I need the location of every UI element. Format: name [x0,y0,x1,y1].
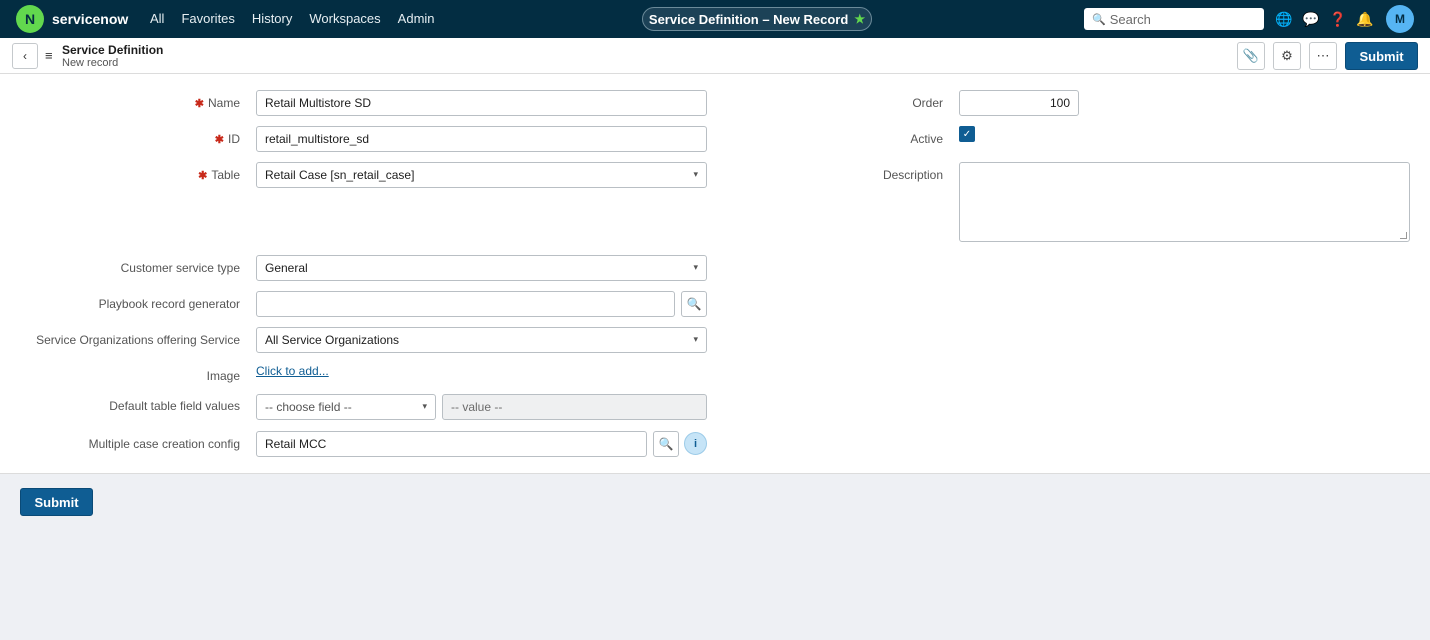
submit-button-top[interactable]: Submit [1345,42,1418,70]
order-label: Order [912,96,943,110]
playbook-field[interactable] [256,291,675,317]
required-marker: ✱ [194,98,204,110]
nav-history[interactable]: History [252,11,292,26]
playbook-label: Playbook record generator [98,297,240,311]
record-pill-label: Service Definition – New Record [648,11,849,27]
image-add-link[interactable]: Click to add... [256,364,329,378]
favorite-star-icon[interactable]: ★ [854,12,865,26]
top-navigation: N servicenow All Favorites History Works… [0,0,1430,38]
form-body: ✱ Name Retail Multistore SD ✱ ID retail_mu… [0,74,1430,474]
name-label: ✱ Name [194,96,240,110]
notification-bell-icon[interactable]: 🔔 [1356,10,1374,28]
nav-admin[interactable]: Admin [398,11,435,26]
choose-field-select[interactable]: -- choose field -- [256,394,436,420]
nav-workspaces[interactable]: Workspaces [309,11,380,26]
active-checkbox[interactable]: ✓ [959,126,975,142]
nav-all[interactable]: All [150,11,164,26]
default-values-label: Default table field values [109,399,240,413]
form-header: ‹ ≡ Service Definition New record 📎 ⚙ ⋯ … [0,38,1430,74]
mcc-label: Multiple case creation config [88,437,240,451]
submit-button-bottom[interactable]: Submit [20,488,93,516]
help-icon[interactable]: ❓ [1329,10,1347,28]
customer-service-type-select[interactable]: General [256,255,707,281]
gear-icon: ⚙ [1281,48,1293,63]
back-button[interactable]: ‹ [12,43,38,69]
form-menu-icon[interactable]: ≡ [45,48,53,63]
mcc-lookup-button[interactable]: 🔍 [653,431,679,457]
description-label: Description [882,168,943,182]
customer-service-type-label: Customer service type [120,261,240,275]
search-icon: 🔍 [658,437,674,451]
chat-icon[interactable]: 💬 [1302,10,1320,28]
service-orgs-label: Service Organizations offering Service [36,333,240,347]
id-label: ✱ ID [214,132,240,146]
attachment-button[interactable]: 📎 [1237,42,1265,70]
required-marker: ✱ [214,134,224,146]
globe-icon[interactable]: 🌐 [1275,10,1293,28]
order-field[interactable]: 100 [959,90,1079,116]
more-options-button[interactable]: ⋯ [1309,42,1337,70]
playbook-lookup-button[interactable]: 🔍 [681,291,707,317]
user-avatar[interactable]: M [1386,5,1414,33]
global-search-input[interactable]: 🔍 Search [1084,8,1264,30]
info-button[interactable]: i [684,432,707,455]
nav-menu: All Favorites History Workspaces Admin [150,11,452,26]
table-label: ✱ Table [198,168,240,182]
brand-name[interactable]: servicenow [52,11,128,27]
id-field[interactable]: retail_multistore_sd [256,126,707,152]
paperclip-icon: 📎 [1242,48,1260,63]
nav-favorites[interactable]: Favorites [181,11,234,26]
image-label: Image [206,369,240,383]
table-select[interactable]: Retail Case [sn_retail_case] [256,162,707,188]
search-placeholder: Search [1109,11,1151,27]
settings-button[interactable]: ⚙ [1273,42,1301,70]
more-icon: ⋯ [1316,48,1330,63]
mcc-field[interactable]: Retail MCC [256,431,647,457]
required-marker: ✱ [198,170,208,182]
form-title: Service Definition [62,43,164,57]
description-textarea[interactable] [959,162,1410,242]
name-field[interactable]: Retail Multistore SD [256,90,707,116]
search-icon: 🔍 [1092,13,1106,26]
record-title-pill[interactable]: Service Definition – New Record ★ [642,7,872,31]
service-orgs-select[interactable]: All Service Organizations [256,327,707,353]
form-subtitle: New record [62,57,119,69]
active-label: Active [910,132,943,146]
search-icon: 🔍 [686,297,702,311]
servicenow-logo[interactable]: N [16,5,44,33]
default-value-field: -- value -- [442,394,707,420]
